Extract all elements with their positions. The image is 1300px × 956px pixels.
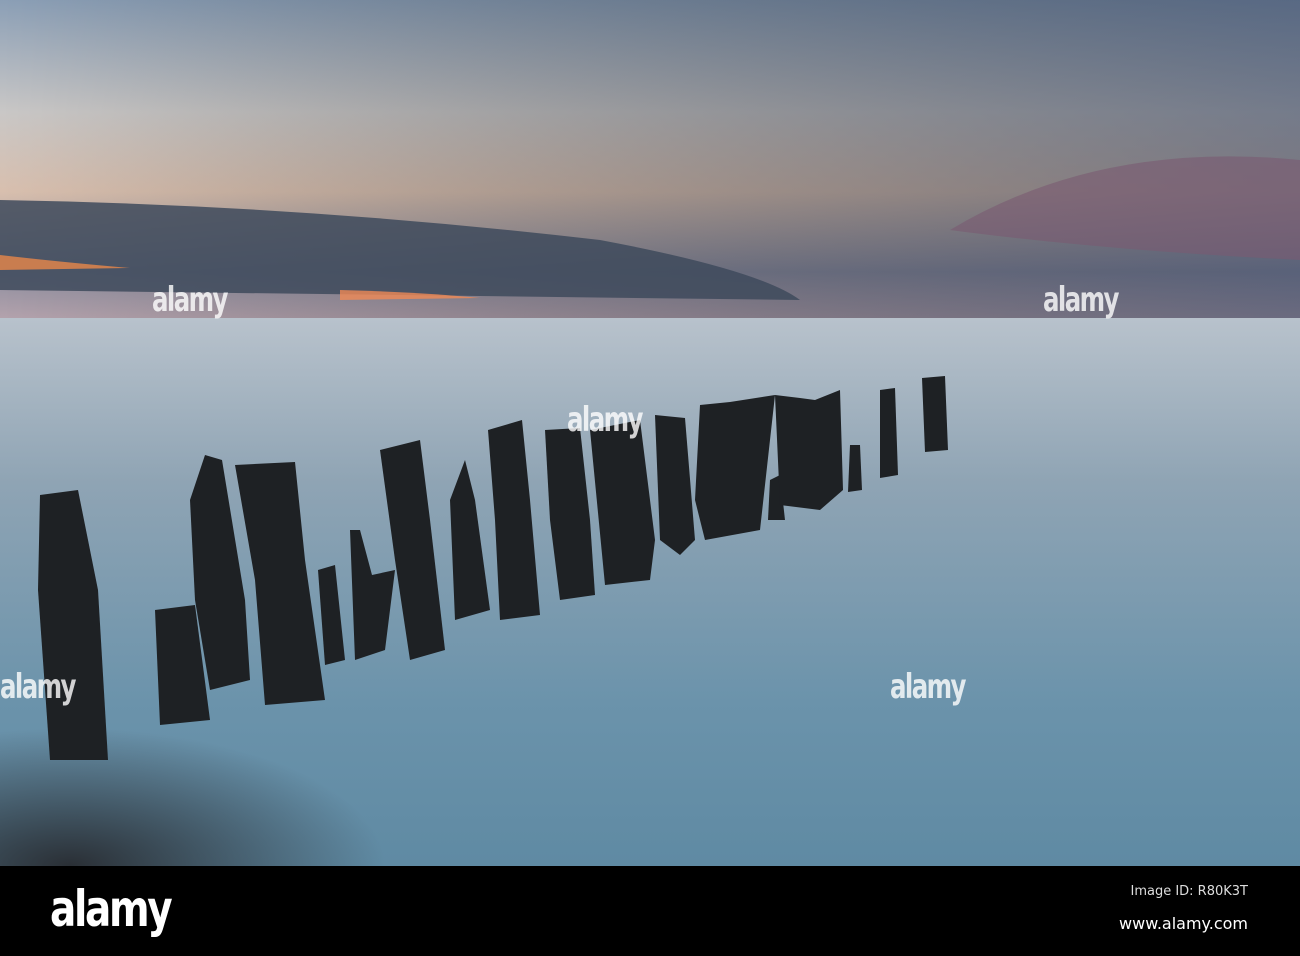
watermark: alamy [0,667,76,707]
stock-photo: alamy alamy alamy alamy alamy alamy Imag… [0,0,1300,956]
website-link[interactable]: www.alamy.com [1119,914,1248,933]
seascape-photo [0,0,1300,866]
footer-bar: alamy Image ID: R80K3T www.alamy.com [0,866,1300,956]
watermark: alamy [152,280,228,320]
watermark: alamy [1043,280,1119,320]
image-id: Image ID: R80K3T [1130,884,1248,899]
alamy-logo: alamy [50,880,173,938]
watermark: alamy [567,400,643,440]
watermark: alamy [890,667,966,707]
